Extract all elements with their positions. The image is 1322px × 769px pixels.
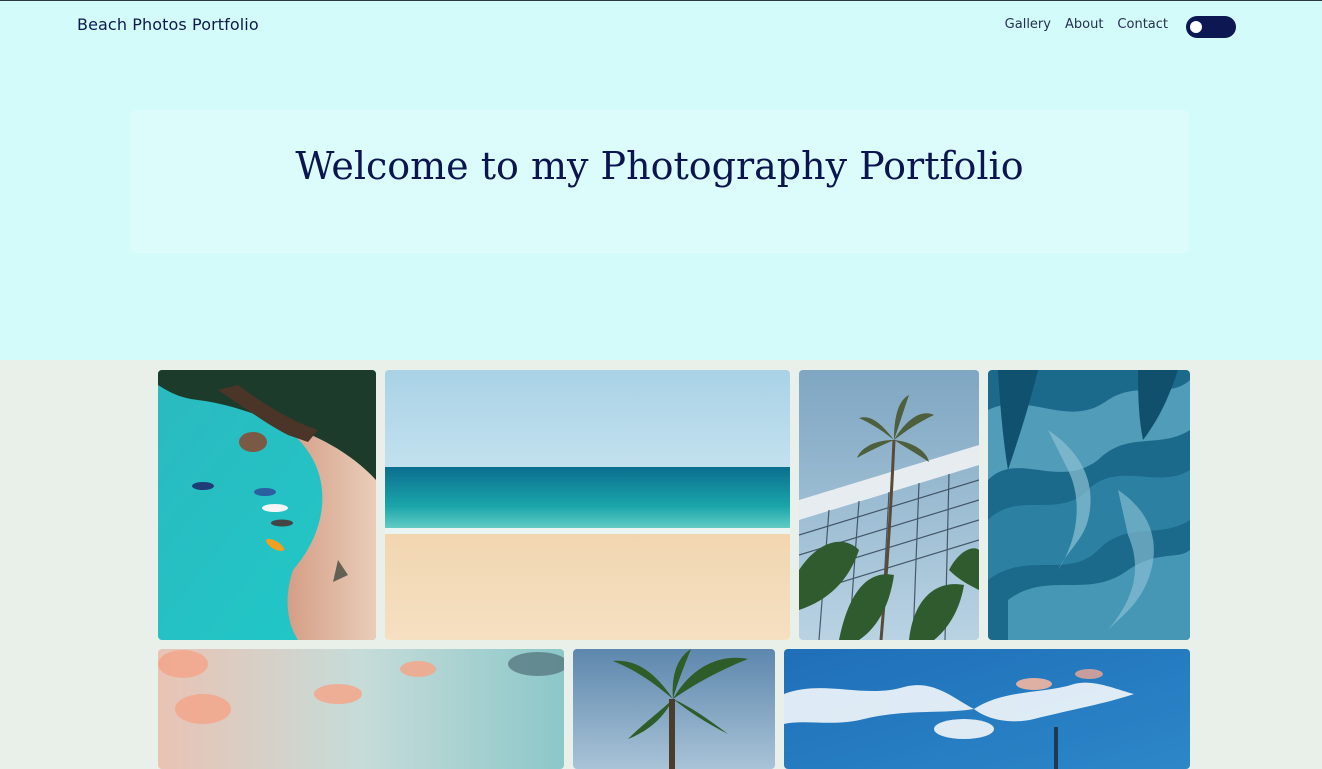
gallery-photo-aerial-beach[interactable] (158, 370, 376, 640)
site-brand[interactable]: Beach Photos Portfolio (77, 15, 259, 34)
gallery-photo-sandy-beach[interactable] (385, 370, 790, 640)
nav-about[interactable]: About (1065, 17, 1103, 32)
hero-section: Beach Photos Portfolio Gallery About Con… (0, 1, 1322, 360)
gallery-photo-palm-tree[interactable] (573, 649, 775, 769)
theme-toggle[interactable] (1186, 16, 1236, 38)
gallery-photo-blue-abstract[interactable] (988, 370, 1190, 640)
blue-sky-image (784, 649, 1190, 769)
main-nav: Gallery About Contact (1005, 17, 1168, 32)
blue-abstract-image (988, 370, 1190, 640)
palm-tree-image (573, 649, 775, 769)
sunset-sky-image (158, 649, 564, 769)
page-title: Welcome to my Photography Portfolio (295, 144, 1024, 188)
nav-contact[interactable]: Contact (1117, 17, 1168, 32)
gallery-photo-blue-sky[interactable] (784, 649, 1190, 769)
gallery-photo-sunset-sky[interactable] (158, 649, 564, 769)
gallery-photo-palms-net[interactable] (799, 370, 979, 640)
palms-net-image (799, 370, 979, 640)
aerial-beach-image (158, 370, 376, 640)
sandy-beach-image (385, 370, 790, 640)
nav-gallery[interactable]: Gallery (1005, 17, 1051, 32)
toggle-knob-icon (1190, 21, 1202, 33)
welcome-card: Welcome to my Photography Portfolio (130, 110, 1189, 253)
